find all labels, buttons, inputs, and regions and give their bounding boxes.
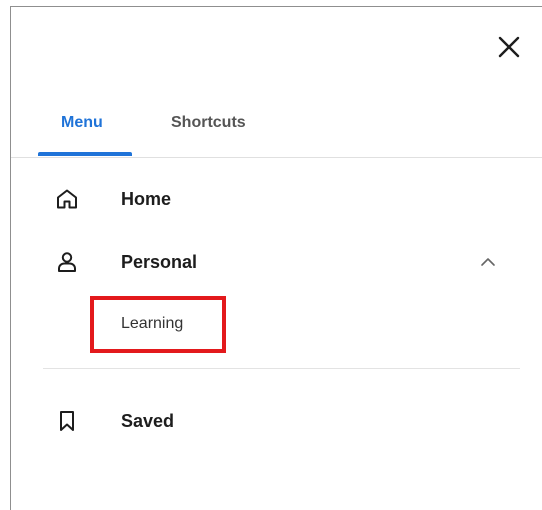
nav-item-home[interactable]: Home xyxy=(49,177,523,221)
navigation-panel: Menu Shortcuts Home Personal Learning Sa… xyxy=(10,6,542,510)
bookmark-icon xyxy=(55,409,79,433)
nav-label-personal: Personal xyxy=(121,252,198,272)
nav-label-saved: Saved xyxy=(121,411,175,431)
home-icon xyxy=(55,187,79,211)
tab-shortcuts[interactable]: Shortcuts xyxy=(171,114,246,132)
chevron-up-icon[interactable] xyxy=(479,253,497,271)
tab-bar: Menu Shortcuts xyxy=(11,101,542,158)
nav-item-personal[interactable]: Personal xyxy=(49,240,523,284)
nav-subitem-learning[interactable]: Learning xyxy=(90,296,226,353)
nav-label-home: Home xyxy=(121,189,172,209)
tab-menu[interactable]: Menu xyxy=(61,114,103,132)
nav-item-saved[interactable]: Saved xyxy=(49,399,523,443)
active-tab-indicator xyxy=(38,152,132,156)
divider xyxy=(43,368,520,369)
close-icon xyxy=(498,36,520,58)
nav-subitem-learning-label: Learning xyxy=(121,315,184,332)
person-icon xyxy=(55,250,79,274)
close-button[interactable] xyxy=(495,33,523,61)
